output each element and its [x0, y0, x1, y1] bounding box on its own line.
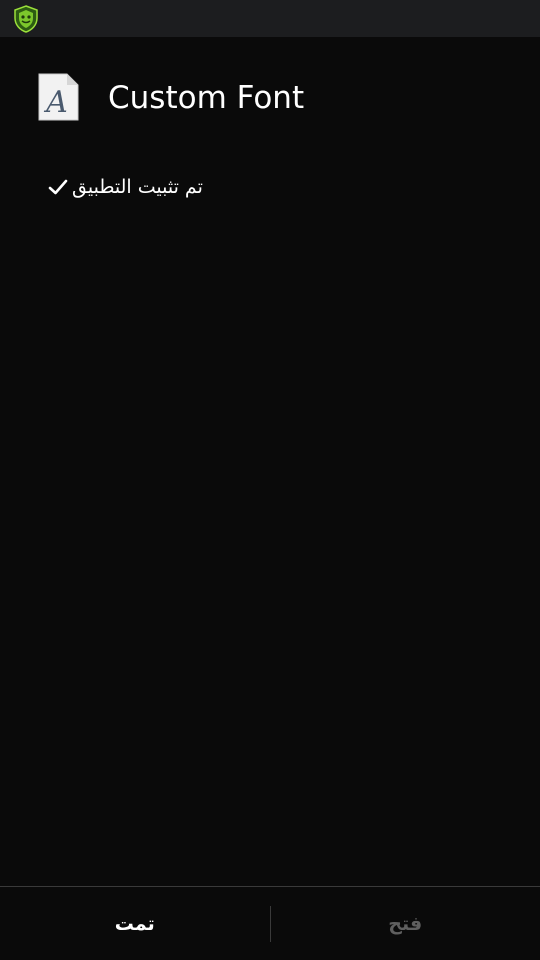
install-status: تم تثبيت التطبيق	[48, 172, 203, 202]
app-header: A Custom Font	[0, 37, 540, 157]
font-file-icon: A	[38, 73, 79, 121]
check-icon	[48, 179, 68, 195]
svg-text:A: A	[43, 85, 68, 120]
install-status-text: تم تثبيت التطبيق	[72, 176, 203, 198]
done-button[interactable]: تمت	[0, 887, 270, 960]
open-button[interactable]: فتح	[271, 887, 540, 960]
status-bar	[0, 0, 540, 37]
shield-app-icon[interactable]	[12, 5, 40, 33]
app-title: Custom Font	[108, 80, 305, 116]
bottom-action-bar: تمت فتح	[0, 886, 540, 960]
